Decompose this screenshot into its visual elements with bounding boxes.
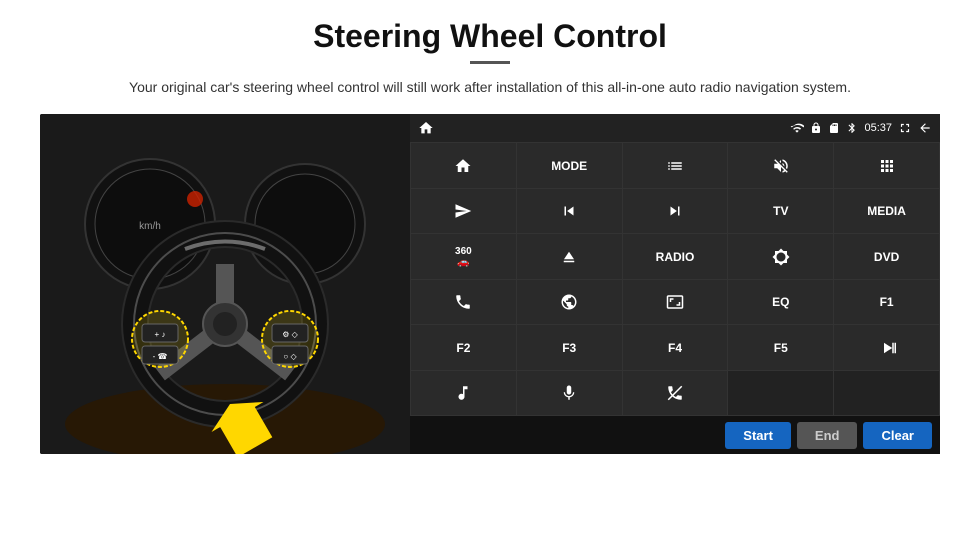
btn-prev[interactable] (517, 189, 622, 234)
btn-swirl[interactable] (517, 280, 622, 325)
list-icon (666, 157, 684, 175)
btn-f4[interactable]: F4 (623, 325, 728, 370)
btn-empty2 (834, 371, 939, 416)
svg-text:- ☎: - ☎ (153, 352, 168, 361)
btn-list[interactable] (623, 143, 728, 188)
btn-music[interactable] (411, 371, 516, 416)
btn-playpause[interactable] (834, 325, 939, 370)
btn-360cam[interactable]: 360🚗 (411, 234, 516, 279)
btn-f5[interactable]: F5 (728, 325, 833, 370)
btn-phone[interactable] (411, 280, 516, 325)
btn-mode[interactable]: MODE (517, 143, 622, 188)
music-icon (454, 384, 472, 402)
btn-brightness[interactable] (728, 234, 833, 279)
home-icon (454, 157, 472, 175)
page-container: Steering Wheel Control Your original car… (0, 0, 980, 544)
btn-next[interactable] (623, 189, 728, 234)
wifi-icon (790, 121, 804, 135)
btn-tv[interactable]: TV (728, 189, 833, 234)
status-bar-left (418, 120, 434, 136)
btn-apps[interactable] (834, 143, 939, 188)
time-display: 05:37 (864, 122, 892, 134)
send-icon (454, 202, 472, 220)
btn-callend[interactable] (623, 371, 728, 416)
svg-text:km/h: km/h (139, 221, 161, 232)
btn-eq[interactable]: EQ (728, 280, 833, 325)
btn-empty1 (728, 371, 833, 416)
status-bar-right: 05:37 (790, 121, 932, 135)
btn-media[interactable]: MEDIA (834, 189, 939, 234)
btn-send[interactable] (411, 189, 516, 234)
fullscreen-icon (898, 121, 912, 135)
title-divider (470, 61, 510, 64)
btn-f1[interactable]: F1 (834, 280, 939, 325)
back-icon (918, 121, 932, 135)
svg-text:⚙ ◇: ⚙ ◇ (282, 330, 298, 339)
aspect-icon (666, 293, 684, 311)
page-title: Steering Wheel Control (313, 18, 667, 55)
sd-icon (828, 122, 840, 134)
btn-aspect[interactable] (623, 280, 728, 325)
button-grid: MODE (410, 142, 940, 416)
page-subtitle: Your original car's steering wheel contr… (129, 76, 851, 98)
btn-mute[interactable] (728, 143, 833, 188)
content-row: km/h (40, 114, 940, 454)
swirl-icon (560, 293, 578, 311)
car-image: km/h (40, 114, 410, 454)
svg-text:○ ◇: ○ ◇ (283, 352, 297, 361)
end-button[interactable]: End (797, 422, 858, 449)
btn-dvd[interactable]: DVD (834, 234, 939, 279)
action-bar: Start End Clear (410, 416, 940, 454)
brightness-icon (772, 248, 790, 266)
status-bar: 05:37 (410, 114, 940, 142)
btn-mic[interactable] (517, 371, 622, 416)
apps-icon (878, 157, 896, 175)
btn-f3[interactable]: F3 (517, 325, 622, 370)
clear-button[interactable]: Clear (863, 422, 932, 449)
prev-icon (560, 202, 578, 220)
svg-text:+ ♪: + ♪ (155, 330, 166, 339)
btn-radio[interactable]: RADIO (623, 234, 728, 279)
lock-icon (810, 122, 822, 134)
next-icon (666, 202, 684, 220)
eject-icon (560, 248, 578, 266)
btn-eject[interactable] (517, 234, 622, 279)
mute-icon (772, 157, 790, 175)
radio-ui: 05:37 MODE (410, 114, 940, 454)
playpause-icon (878, 339, 896, 357)
start-button[interactable]: Start (725, 422, 791, 449)
btn-f2[interactable]: F2 (411, 325, 516, 370)
bluetooth-icon (846, 122, 858, 134)
callend-icon (666, 384, 684, 402)
btn-home[interactable] (411, 143, 516, 188)
home-status-icon (418, 120, 434, 136)
mic-icon (560, 384, 578, 402)
phone-icon (454, 293, 472, 311)
